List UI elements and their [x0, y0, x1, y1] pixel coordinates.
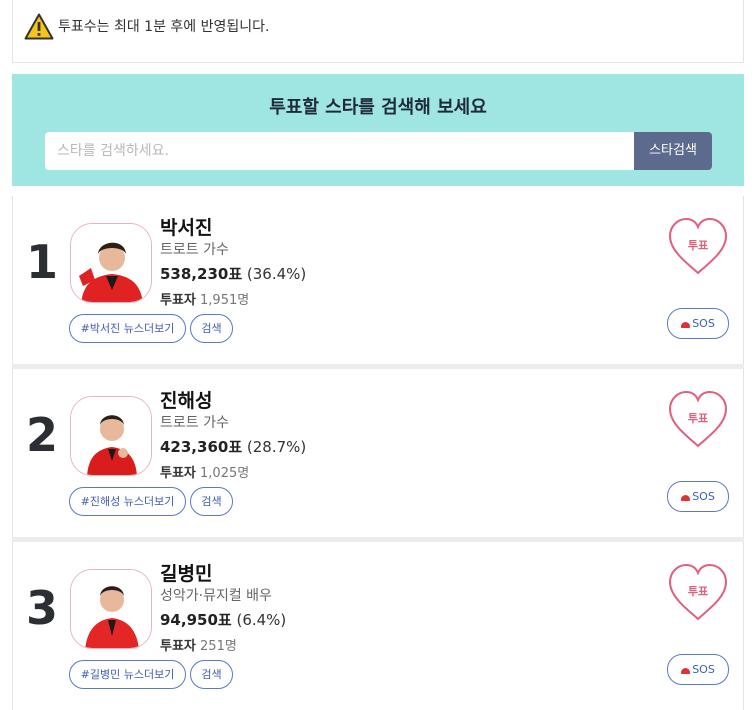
siren-icon: [681, 322, 691, 328]
news-tag-button[interactable]: #박서진 뉴스더보기: [69, 314, 186, 343]
notice-bar: 투표수는 최대 1분 후에 반영됩니다.: [12, 0, 744, 63]
sos-label: SOS: [692, 663, 715, 676]
sos-label: SOS: [692, 490, 715, 503]
news-tag-button[interactable]: #길병민 뉴스더보기: [69, 660, 186, 689]
star-search-button[interactable]: 스타검색: [634, 132, 712, 170]
star-name: 길병민: [160, 563, 213, 585]
vote-number: 538,230표: [160, 265, 243, 283]
star-job: 성악가·뮤지컬 배우: [160, 588, 272, 604]
svg-text:3: 3: [26, 584, 58, 628]
sos-button[interactable]: SOS: [667, 308, 729, 339]
rank-number: 3: [26, 584, 58, 628]
vote-number: 94,950표: [160, 611, 232, 629]
vote-percent: (6.4%): [236, 611, 287, 629]
vote-label: 투표: [688, 412, 708, 425]
voter-label: 투표자: [160, 293, 196, 308]
rank-card: 2 진해성 트로트 가수 423,360표 (28.7%) 투표자 1,025명…: [12, 369, 744, 539]
search-title: 투표할 스타를 검색해 보세요: [269, 97, 487, 118]
search-panel: 투표할 스타를 검색해 보세요 스타검색: [12, 74, 744, 186]
search-tag-button[interactable]: 검색: [190, 487, 233, 516]
vote-count: 94,950표 (6.4%): [160, 609, 286, 630]
voter-number: 1,951명: [200, 293, 250, 308]
voter-count: 투표자 251명: [160, 635, 237, 654]
star-search-input[interactable]: [45, 132, 634, 170]
vote-count: 423,360표 (28.7%): [160, 436, 306, 457]
voter-number: 1,025명: [200, 466, 250, 481]
star-name: 진해성: [160, 390, 213, 412]
voter-label: 투표자: [160, 466, 196, 481]
star-photo: [70, 569, 152, 649]
search-tag-button[interactable]: 검색: [190, 660, 233, 689]
rank-number: 1: [26, 238, 58, 282]
vote-heart-button[interactable]: 투표: [667, 217, 729, 277]
svg-text:2: 2: [26, 411, 58, 455]
vote-percent: (28.7%): [246, 438, 307, 456]
siren-icon: [681, 668, 691, 674]
svg-text:1: 1: [26, 238, 58, 282]
siren-icon: [681, 495, 691, 501]
vote-label: 투표: [688, 239, 708, 252]
vote-percent: (36.4%): [246, 265, 307, 283]
vote-heart-button[interactable]: 투표: [667, 563, 729, 623]
star-photo: [70, 223, 152, 303]
star-name: 박서진: [160, 217, 213, 239]
sos-label: SOS: [692, 317, 715, 330]
voter-label: 투표자: [160, 639, 196, 654]
rank-card: 3 길병민 성악가·뮤지컬 배우 94,950표 (6.4%) 투표자 251명…: [12, 542, 744, 710]
star-job: 트로트 가수: [160, 415, 229, 431]
rank-card: 1 박서진 트로트 가수 538,230표 (36.4%) 투표자 1,951명…: [12, 196, 744, 366]
voter-count: 투표자 1,951명: [160, 289, 249, 308]
vote-heart-button[interactable]: 투표: [667, 390, 729, 450]
star-job: 트로트 가수: [160, 242, 229, 258]
warning-icon: [24, 13, 54, 40]
notice-text: 투표수는 최대 1분 후에 반영됩니다.: [58, 19, 270, 35]
star-photo: [70, 396, 152, 476]
voter-number: 251명: [200, 639, 237, 654]
voter-count: 투표자 1,025명: [160, 462, 249, 481]
vote-number: 423,360표: [160, 438, 243, 456]
sos-button[interactable]: SOS: [667, 654, 729, 685]
news-tag-button[interactable]: #진해성 뉴스더보기: [69, 487, 186, 516]
rank-number: 2: [26, 411, 58, 455]
search-tag-button[interactable]: 검색: [190, 314, 233, 343]
vote-count: 538,230표 (36.4%): [160, 263, 306, 284]
sos-button[interactable]: SOS: [667, 481, 729, 512]
vote-label: 투표: [688, 585, 708, 598]
